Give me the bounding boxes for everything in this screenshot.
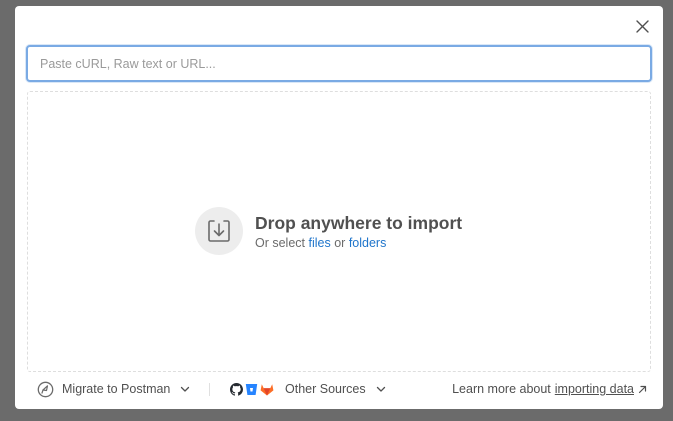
- other-sources-button[interactable]: Other Sources: [230, 374, 386, 404]
- chevron-down-icon: [376, 386, 385, 392]
- select-folders-link[interactable]: folders: [349, 236, 387, 250]
- drop-zone[interactable]: Drop anywhere to import Or select files …: [27, 91, 651, 372]
- import-input-wrapper: [26, 45, 652, 82]
- other-sources-label: Other Sources: [285, 382, 366, 396]
- learn-prefix: Learn more about: [452, 382, 551, 396]
- import-footer: Migrate to Postman Other Sources Learn m…: [15, 374, 663, 404]
- migrate-label: Migrate to Postman: [62, 382, 171, 396]
- learn-more: Learn more about importing data: [452, 374, 647, 404]
- close-button[interactable]: [633, 17, 651, 35]
- drop-subtitle: Or select files or folders: [255, 236, 462, 250]
- external-link-icon: [638, 385, 647, 393]
- footer-divider: [209, 383, 210, 396]
- migrate-icon: [37, 381, 54, 397]
- import-input[interactable]: [28, 47, 650, 80]
- import-tray-icon: [195, 207, 243, 255]
- import-dialog: Drop anywhere to import Or select files …: [15, 6, 663, 409]
- gitlab-icon: [260, 383, 274, 395]
- chevron-down-icon: [181, 386, 190, 392]
- drop-text: Drop anywhere to import Or select files …: [255, 212, 462, 250]
- close-icon: [635, 19, 649, 33]
- bitbucket-icon: [245, 383, 258, 395]
- select-prefix: Or select: [255, 236, 306, 250]
- drop-content: Drop anywhere to import Or select files …: [195, 207, 462, 255]
- github-icon: [230, 382, 243, 396]
- select-connector: or: [334, 236, 346, 250]
- drop-title: Drop anywhere to import: [255, 213, 463, 233]
- importing-data-link[interactable]: importing data: [555, 382, 634, 396]
- migrate-to-postman-button[interactable]: Migrate to Postman: [37, 374, 190, 404]
- select-files-link[interactable]: files: [309, 236, 331, 250]
